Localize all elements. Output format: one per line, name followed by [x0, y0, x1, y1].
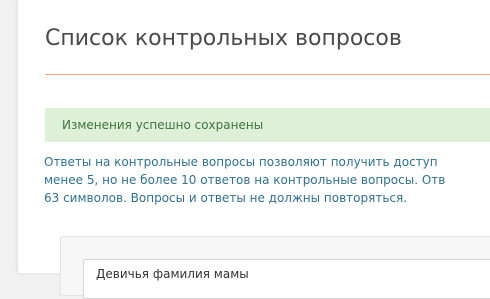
success-alert: Изменения успешно сохранены: [45, 108, 490, 142]
content-panel: Список контрольных вопросов Изменения ус…: [18, 0, 490, 273]
title-divider: [45, 74, 490, 75]
page-title: Список контрольных вопросов: [45, 26, 402, 51]
info-line: Ответы на контрольные вопросы позволяют …: [44, 155, 438, 169]
question-field[interactable]: Девичья фамилия мамы: [83, 259, 490, 299]
question-text: Девичья фамилия мамы: [96, 267, 249, 281]
success-alert-text: Изменения успешно сохранены: [62, 118, 264, 132]
info-line: менее 5, но не более 10 ответов на контр…: [44, 173, 446, 187]
question-card: Девичья фамилия мамы: [60, 236, 490, 299]
info-line: 63 символов. Вопросы и ответы не должны …: [44, 191, 408, 205]
info-text: Ответы на контрольные вопросы позволяют …: [44, 153, 490, 207]
